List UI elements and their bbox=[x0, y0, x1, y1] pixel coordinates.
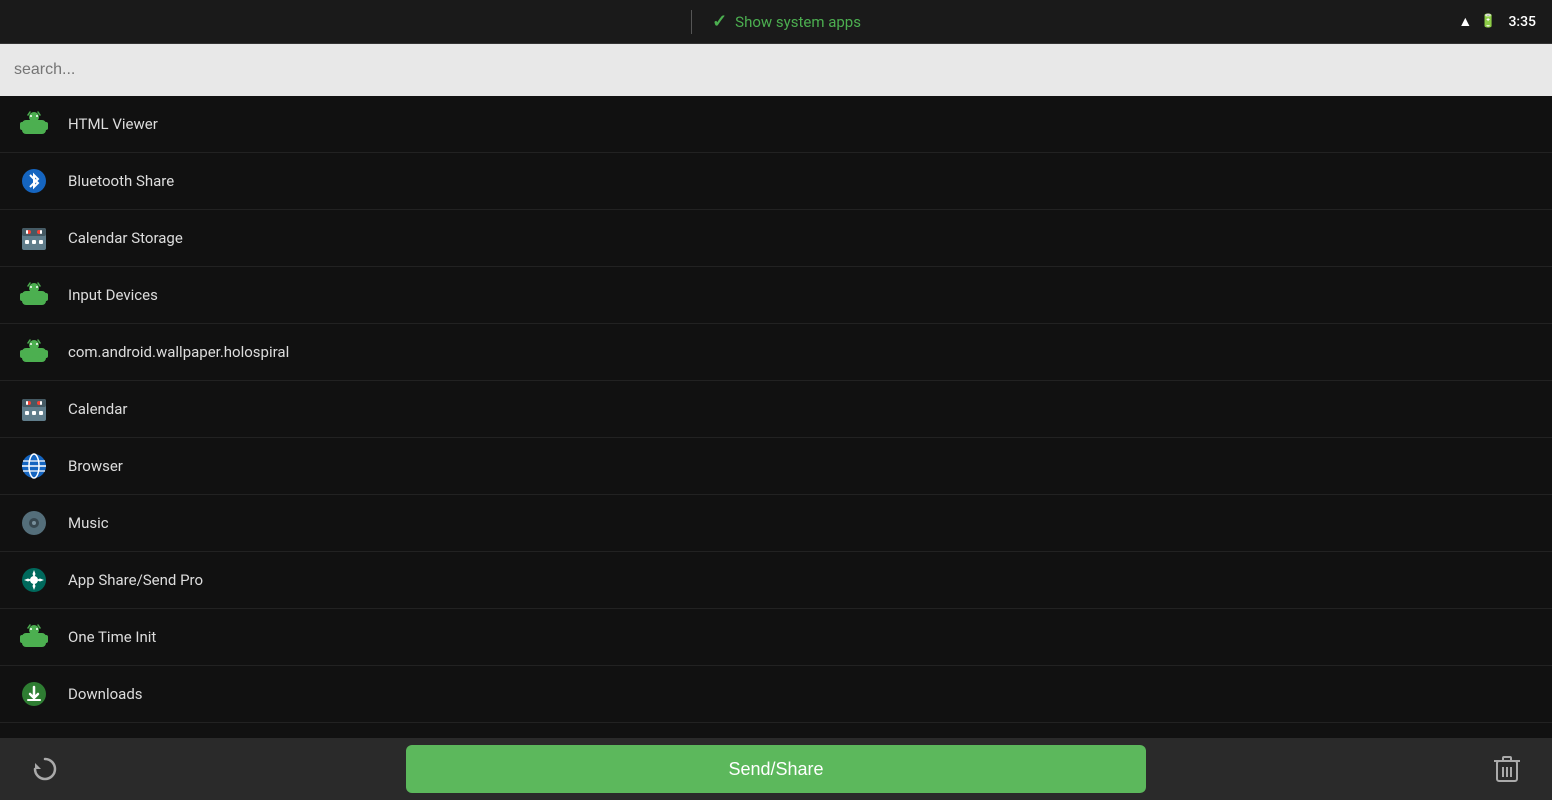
checkmark-icon: ✓ bbox=[712, 11, 727, 32]
list-item[interactable]: Browser bbox=[0, 438, 1552, 495]
refresh-button[interactable] bbox=[20, 744, 70, 794]
list-item[interactable]: Music bbox=[0, 495, 1552, 552]
app-name: Browser bbox=[68, 457, 123, 475]
list-item[interactable]: Calendar Storage bbox=[0, 210, 1552, 267]
divider bbox=[691, 10, 692, 34]
list-item[interactable]: com.android.wallpaper.holospiral bbox=[0, 324, 1552, 381]
trash-icon bbox=[1493, 753, 1521, 785]
send-share-button[interactable]: Send/Share bbox=[406, 745, 1146, 793]
app-name: Calendar Storage bbox=[68, 229, 183, 247]
refresh-icon bbox=[31, 755, 59, 783]
app-name: com.android.wallpaper.holospiral bbox=[68, 343, 289, 361]
search-bar bbox=[0, 44, 1552, 96]
list-item[interactable]: HTML Viewer bbox=[0, 96, 1552, 153]
search-input[interactable] bbox=[14, 61, 1538, 79]
app-icon bbox=[16, 163, 52, 199]
app-name: One Time Init bbox=[68, 628, 156, 646]
app-name: Bluetooth Share bbox=[68, 172, 174, 190]
show-system-apps-toggle[interactable]: ✓ Show system apps bbox=[712, 11, 861, 32]
app-icon bbox=[16, 448, 52, 484]
app-icon bbox=[16, 334, 52, 370]
list-item[interactable]: Downloads bbox=[0, 666, 1552, 723]
app-icon bbox=[16, 277, 52, 313]
bottom-bar: Send/Share bbox=[0, 738, 1552, 800]
app-name: HTML Viewer bbox=[68, 115, 158, 133]
app-icon bbox=[16, 619, 52, 655]
app-icon bbox=[16, 562, 52, 598]
list-item[interactable]: App Share/Send Pro bbox=[0, 552, 1552, 609]
app-icon bbox=[16, 391, 52, 427]
app-list: HTML Viewer Bluetooth Share Calendar Sto… bbox=[0, 96, 1552, 738]
status-bar: ✓ Show system apps ▲ 🔋 3:35 bbox=[0, 0, 1552, 44]
delete-button[interactable] bbox=[1482, 744, 1532, 794]
app-name: Calendar bbox=[68, 400, 128, 418]
app-name: Music bbox=[68, 514, 109, 532]
app-icon bbox=[16, 505, 52, 541]
app-icon bbox=[16, 106, 52, 142]
list-item[interactable]: Input Devices bbox=[0, 267, 1552, 324]
show-system-apps-label: Show system apps bbox=[735, 13, 861, 31]
status-bar-menu: ✓ Show system apps bbox=[0, 0, 1552, 43]
app-name: Input Devices bbox=[68, 286, 158, 304]
app-name: App Share/Send Pro bbox=[68, 571, 203, 589]
list-item[interactable]: One Time Init bbox=[0, 609, 1552, 666]
list-item[interactable]: Bluetooth Share bbox=[0, 153, 1552, 210]
app-icon bbox=[16, 676, 52, 712]
list-item[interactable]: Example Wallpapers bbox=[0, 723, 1552, 738]
app-icon bbox=[16, 220, 52, 256]
list-item[interactable]: Calendar bbox=[0, 381, 1552, 438]
app-name: Downloads bbox=[68, 685, 143, 703]
